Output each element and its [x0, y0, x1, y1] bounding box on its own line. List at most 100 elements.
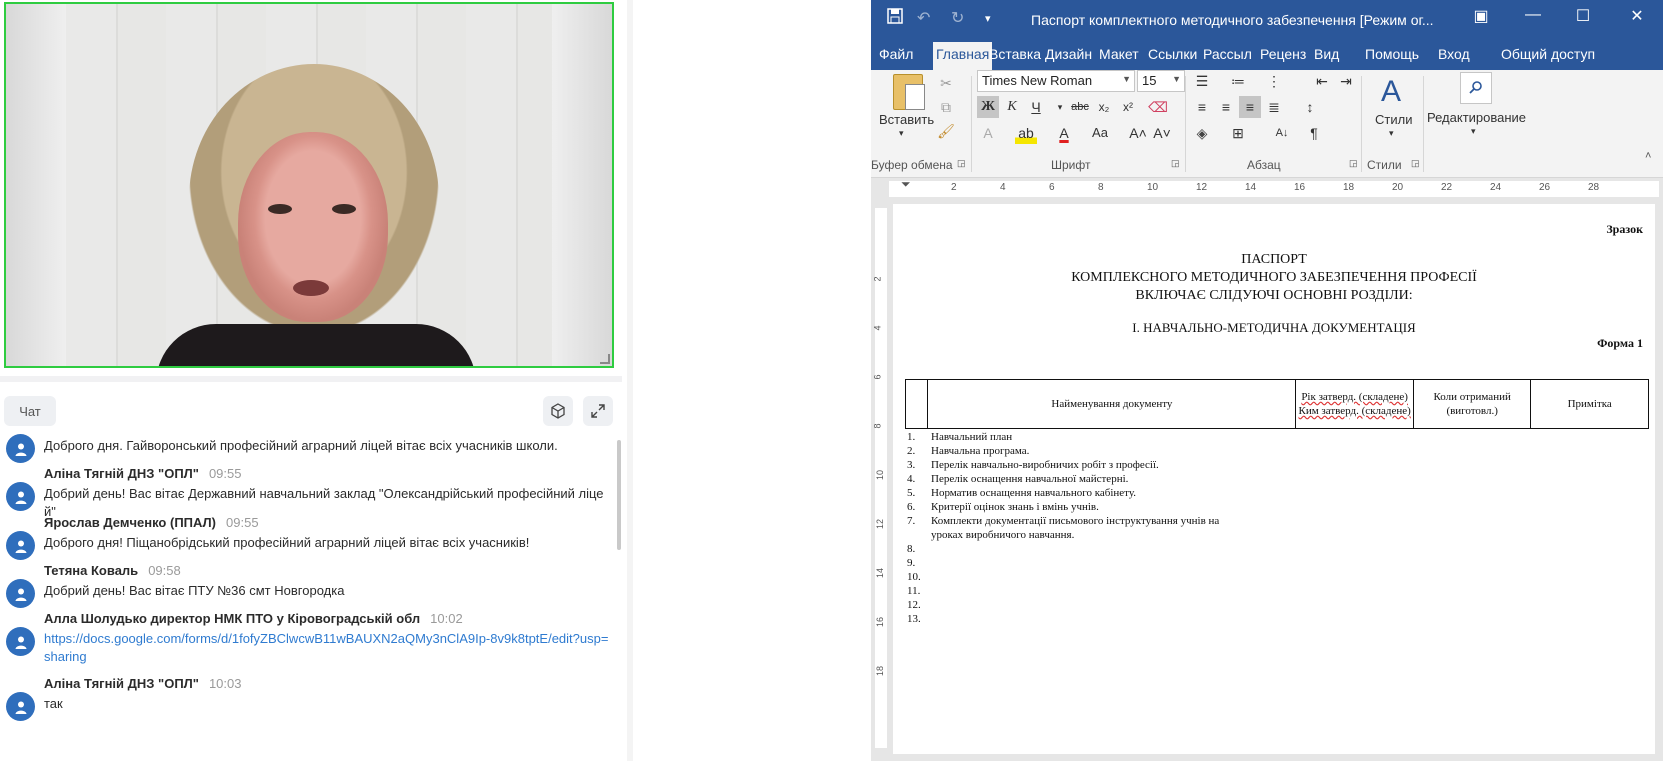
- styles-launcher-icon[interactable]: ◲: [1411, 158, 1420, 169]
- author-name[interactable]: Ярослав Демченко (ППАЛ): [44, 515, 216, 530]
- styles-dropdown-icon[interactable]: ▾: [1389, 128, 1394, 139]
- underline-dropdown-icon[interactable]: ▾: [1049, 96, 1071, 118]
- font-color-icon[interactable]: A: [1053, 122, 1075, 144]
- font-name-field[interactable]: Times New Roman ▼: [977, 70, 1135, 92]
- author-name[interactable]: Аліна Тягній ДНЗ "ОПЛ": [44, 466, 199, 481]
- numbering-icon[interactable]: ≔: [1227, 70, 1249, 92]
- tab-3[interactable]: Дизайн: [1045, 46, 1092, 62]
- font-size-dropdown-icon[interactable]: ▼: [1172, 74, 1181, 84]
- tab-1[interactable]: Главная: [933, 42, 993, 70]
- increase-indent-icon[interactable]: ⇥: [1335, 70, 1357, 92]
- tab-11[interactable]: Общий доступ: [1479, 46, 1595, 62]
- chat-scrollbar[interactable]: [617, 440, 621, 550]
- sort-icon[interactable]: A↓: [1271, 122, 1293, 144]
- search-icon[interactable]: [1460, 72, 1492, 104]
- undo-icon[interactable]: ↶: [917, 8, 930, 28]
- close-icon[interactable]: ✕: [1623, 6, 1651, 30]
- avatar[interactable]: [6, 531, 35, 560]
- message-link[interactable]: https://docs.google.com/forms/d/1fofyZBC…: [44, 630, 614, 666]
- tab-4[interactable]: Макет: [1099, 46, 1139, 62]
- paste-button[interactable]: Вставить: [879, 112, 934, 127]
- clear-formatting-icon[interactable]: ⌫: [1147, 96, 1169, 118]
- line-spacing-icon[interactable]: ↕: [1299, 96, 1321, 118]
- ruler-number: 10: [1147, 182, 1159, 193]
- tab-5[interactable]: Ссылки: [1148, 46, 1197, 62]
- multilevel-list-icon[interactable]: ⋮: [1263, 70, 1285, 92]
- text-effects-icon[interactable]: A: [977, 122, 999, 144]
- minimize-icon[interactable]: —: [1519, 6, 1547, 30]
- avatar[interactable]: [6, 627, 35, 656]
- styles-button[interactable]: Стили: [1375, 112, 1412, 127]
- superscript-icon[interactable]: x²: [1117, 96, 1139, 118]
- tab-0[interactable]: Файл: [879, 46, 913, 62]
- italic-icon[interactable]: К: [1001, 96, 1023, 118]
- grow-font-icon[interactable]: A˄: [1127, 122, 1149, 144]
- cube-icon[interactable]: [543, 396, 573, 426]
- document-page[interactable]: Зразок ПАСПОРТ КОМПЛЕКСНОГО МЕТОДИЧНОГО …: [893, 204, 1655, 754]
- ribbon-display-icon[interactable]: ▣: [1467, 6, 1495, 30]
- vertical-ruler: 2 4 6 8 10 12 14 16 18: [871, 200, 889, 761]
- vruler-number: 18: [875, 665, 886, 677]
- tab-7[interactable]: Реценз: [1260, 46, 1306, 62]
- change-case-icon[interactable]: Aa: [1085, 122, 1115, 144]
- copy-icon[interactable]: ⧉: [935, 96, 957, 118]
- expand-icon[interactable]: [583, 396, 613, 426]
- maximize-icon[interactable]: ☐: [1569, 6, 1597, 30]
- clipboard-launcher-icon[interactable]: ◲: [957, 158, 966, 169]
- message-author: Алла Шолудько директор НМК ПТО у Кіровог…: [44, 611, 463, 626]
- table-cell-num: [904, 379, 929, 429]
- collapse-ribbon-icon[interactable]: ˄: [1645, 150, 1651, 162]
- paragraph-launcher-icon[interactable]: ◲: [1349, 158, 1358, 169]
- styles-icon[interactable]: A: [1371, 72, 1411, 112]
- decrease-indent-icon[interactable]: ⇤: [1311, 70, 1333, 92]
- document-table: Найменування документу Рік затверд. (скл…: [904, 379, 1649, 429]
- tab-10[interactable]: Вход: [1438, 46, 1470, 62]
- tab-9[interactable]: Помощь: [1349, 46, 1419, 62]
- avatar[interactable]: [6, 482, 35, 511]
- avatar[interactable]: [6, 579, 35, 608]
- message-text: Доброго дня. Гайворонський професійний а…: [44, 438, 558, 453]
- video-resize-handle[interactable]: [600, 354, 610, 364]
- quick-access-dropdown-icon[interactable]: ▾: [985, 12, 991, 25]
- shrink-font-icon[interactable]: A˅: [1151, 122, 1173, 144]
- show-marks-icon[interactable]: ¶: [1303, 122, 1325, 144]
- save-icon[interactable]: [887, 8, 903, 29]
- bullets-icon[interactable]: ☰: [1191, 70, 1213, 92]
- font-name-dropdown-icon[interactable]: ▼: [1122, 74, 1131, 84]
- highlight-icon[interactable]: ab: [1015, 122, 1037, 144]
- format-painter-icon[interactable]: 🖌: [935, 120, 957, 142]
- paste-dropdown-icon[interactable]: ▾: [899, 128, 904, 139]
- borders-icon[interactable]: ⊞: [1227, 122, 1249, 144]
- subscript-icon[interactable]: x₂: [1093, 96, 1115, 118]
- avatar[interactable]: [6, 692, 35, 721]
- cut-icon[interactable]: ✂: [935, 72, 957, 94]
- ruler-number: 20: [1392, 182, 1404, 193]
- justify-icon[interactable]: ≣: [1263, 96, 1285, 118]
- tab-6[interactable]: Рассыл: [1203, 46, 1252, 62]
- underline-icon[interactable]: Ч: [1025, 96, 1047, 118]
- font-size-field[interactable]: 15 ▼: [1137, 70, 1185, 92]
- font-launcher-icon[interactable]: ◲: [1171, 158, 1180, 169]
- redo-icon[interactable]: ↻: [951, 8, 964, 28]
- indent-marker-icon[interactable]: ⏷: [901, 177, 911, 192]
- editing-dropdown-icon[interactable]: ▾: [1471, 126, 1476, 137]
- shading-icon[interactable]: ◈: [1191, 122, 1213, 144]
- align-center-icon[interactable]: ≡: [1215, 96, 1237, 118]
- editing-button[interactable]: Редактирование: [1427, 110, 1526, 125]
- align-right-icon[interactable]: ≡: [1239, 96, 1261, 118]
- chat-tab[interactable]: Чат: [4, 396, 56, 426]
- align-left-icon[interactable]: ≡: [1191, 96, 1213, 118]
- chat-messages: Наталія Зенченко09:54Доброго дня. Гайвор…: [0, 433, 614, 761]
- bold-icon[interactable]: Ж: [977, 96, 999, 118]
- avatar[interactable]: [6, 434, 35, 463]
- strikethrough-icon[interactable]: abc: [1069, 96, 1091, 118]
- table-header-name: Найменування документу: [927, 379, 1297, 429]
- author-name[interactable]: Тетяна Коваль: [44, 563, 138, 578]
- author-name[interactable]: Аліна Тягній ДНЗ "ОПЛ": [44, 676, 199, 691]
- tab-8[interactable]: Вид: [1314, 46, 1339, 62]
- author-name[interactable]: Алла Шолудько директор НМК ПТО у Кіровог…: [44, 611, 420, 626]
- list-item-text: Навчальна програма.: [931, 445, 1030, 457]
- vruler-number: 10: [875, 469, 886, 481]
- list-item: 4. Перелік оснащення навчальної майстерні…: [907, 473, 1129, 485]
- tab-2[interactable]: Вставка: [989, 46, 1041, 62]
